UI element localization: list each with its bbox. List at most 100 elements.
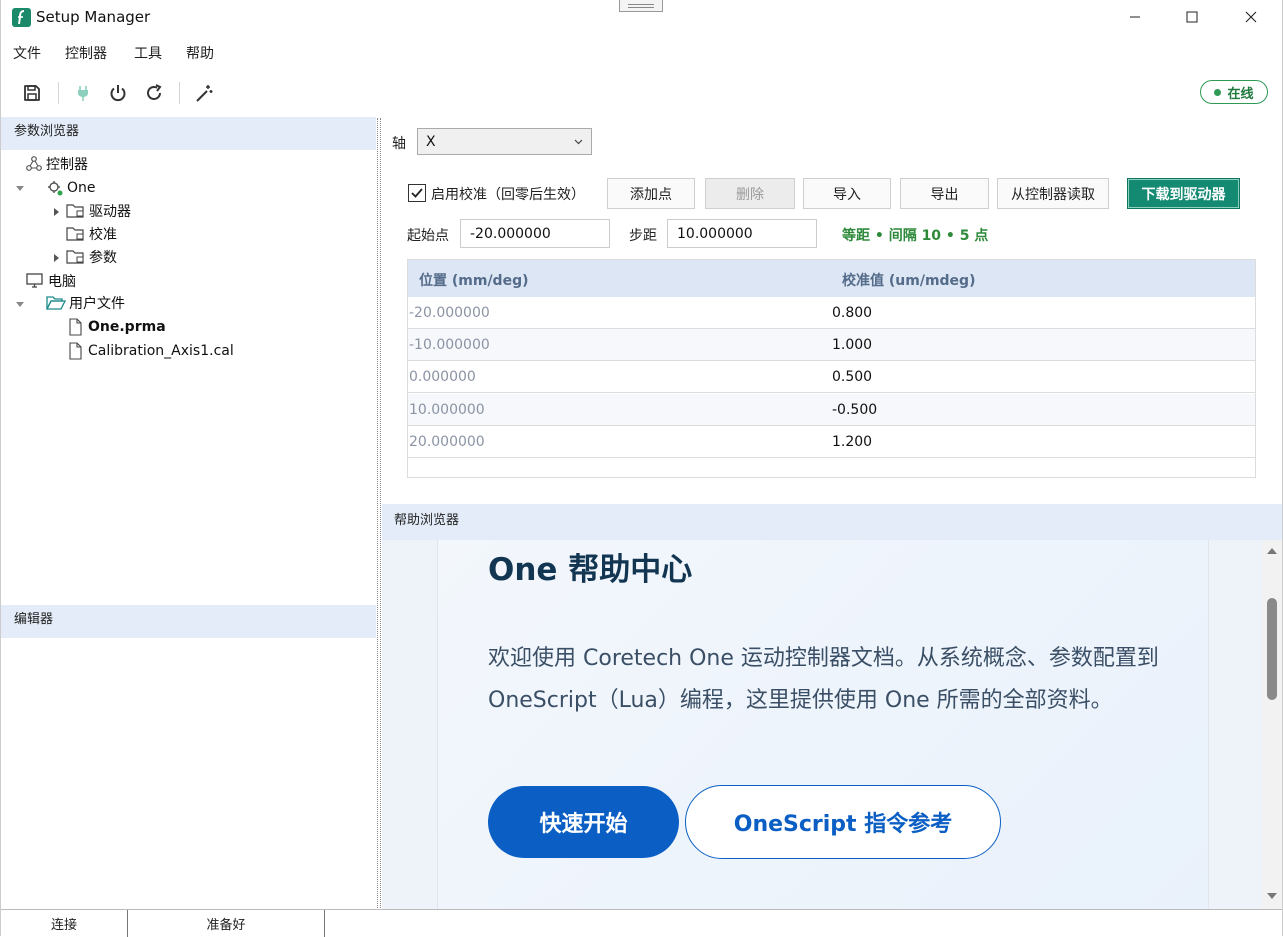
import-button[interactable]: 导入 [803, 178, 891, 209]
online-status-label: 在线 [1227, 86, 1254, 102]
cell-value[interactable]: 0.800 [832, 305, 872, 321]
folder-open-icon [46, 296, 66, 310]
folder-icon [66, 250, 84, 264]
tree-label-params: 参数 [89, 250, 117, 266]
caret-down-icon[interactable] [15, 183, 25, 193]
caret-right-icon[interactable] [51, 207, 61, 217]
table-row[interactable]: 10.000000 -0.500 [408, 394, 1255, 426]
tree-label-file-prma: One.prma [88, 319, 166, 335]
help-browser-header: 帮助浏览器 [382, 504, 1282, 540]
table-header: 位置 (mm/deg) 校准值 (um/mdeg) [408, 260, 1255, 297]
caret-right-icon[interactable] [51, 253, 61, 263]
tree-item-drivers[interactable]: 驱动器 [66, 200, 131, 222]
cell-position[interactable]: 0.000000 [409, 369, 476, 385]
vertical-splitter[interactable] [377, 118, 381, 910]
help-card: One 帮助中心 欢迎使用 Coretech One 运动控制器文档。从系统概念… [437, 540, 1209, 910]
cell-position[interactable]: -20.000000 [409, 305, 490, 321]
close-button[interactable] [1222, 0, 1280, 34]
delete-button[interactable]: 删除 [705, 178, 795, 209]
help-intro-text: 欢迎使用 Coretech One 运动控制器文档。从系统概念、参数配置到 On… [488, 646, 1159, 713]
toolbar-separator [179, 82, 180, 104]
toolbar [1, 72, 1282, 112]
drag-handle[interactable] [619, 0, 663, 12]
scrollbar-thumb[interactable] [1267, 598, 1277, 700]
tree-item-user-files[interactable]: 用户文件 [46, 292, 125, 314]
refresh-icon [147, 84, 162, 100]
read-from-controller-button[interactable]: 从控制器读取 [997, 178, 1109, 209]
status-dot-icon [1214, 88, 1222, 96]
onescript-reference-button[interactable]: OneScript 指令参考 [685, 785, 1001, 859]
axis-select[interactable]: X [417, 128, 592, 155]
enable-calibration-label: 启用校准（回零后生效） [431, 187, 585, 203]
help-heading: One 帮助中心 [488, 552, 693, 588]
export-button[interactable]: 导出 [900, 178, 989, 209]
device-icon [48, 181, 63, 196]
maximize-button[interactable] [1163, 0, 1221, 34]
download-to-driver-button[interactable]: 下载到驱动器 [1127, 178, 1240, 209]
minimize-button[interactable] [1106, 0, 1164, 34]
tree-item-controller[interactable]: 控制器 [25, 153, 88, 175]
calibration-table: 位置 (mm/deg) 校准值 (um/mdeg) -20.000000 0.80… [407, 259, 1256, 478]
column-header-position[interactable]: 位置 (mm/deg) [419, 270, 529, 290]
cell-position[interactable]: 20.000000 [409, 434, 485, 450]
cell-position[interactable]: -10.000000 [409, 337, 490, 353]
scroll-up-icon[interactable] [1266, 547, 1278, 555]
save-button[interactable] [19, 80, 45, 106]
power-button[interactable] [105, 80, 131, 106]
editor-header: 编辑器 [1, 605, 376, 638]
spacing-summary: 等距 • 间隔 10 • 5 点 [842, 228, 989, 244]
scroll-down-icon[interactable] [1266, 892, 1278, 900]
cell-value[interactable]: 1.200 [832, 434, 872, 450]
tree-label-controller: 控制器 [46, 157, 88, 173]
wizard-button[interactable] [191, 80, 217, 106]
cell-value[interactable]: 1.000 [832, 337, 872, 353]
tree-item-computer[interactable]: 电脑 [25, 270, 76, 292]
start-point-input[interactable]: -20.000000 [460, 219, 610, 248]
refresh-button[interactable] [141, 80, 167, 106]
plug-icon [78, 86, 88, 101]
file-icon [69, 342, 82, 360]
help-scrollbar[interactable] [1262, 540, 1282, 910]
status-connection: 连接 [1, 910, 128, 937]
cell-position[interactable]: 10.000000 [409, 402, 485, 418]
tree-label-file-cal: Calibration_Axis1.cal [88, 343, 234, 359]
column-header-value[interactable]: 校准值 (um/mdeg) [842, 270, 975, 290]
maximize-icon [1186, 11, 1198, 23]
menu-help[interactable]: 帮助 [186, 43, 214, 63]
computer-icon [26, 273, 43, 288]
connect-button[interactable] [70, 80, 96, 106]
help-content: One 帮助中心 欢迎使用 Coretech One 运动控制器文档。从系统概念… [382, 540, 1262, 910]
file-icon [69, 318, 82, 336]
quick-start-button[interactable]: 快速开始 [488, 786, 679, 858]
power-icon [110, 85, 126, 102]
menu-bar: 文件 控制器 工具 帮助 [1, 38, 601, 66]
table-row[interactable]: 0.000000 0.500 [408, 361, 1255, 393]
tree-item-file-prma[interactable]: One.prma [67, 316, 166, 338]
add-point-button[interactable]: 添加点 [607, 178, 695, 209]
status-ready: 准备好 [128, 910, 325, 937]
axis-label: 轴 [392, 136, 406, 152]
table-row[interactable]: 20.000000 1.200 [408, 426, 1255, 458]
caret-down-icon[interactable] [15, 299, 25, 309]
app-logo-icon [12, 8, 31, 27]
tree-item-one[interactable]: One [46, 177, 96, 199]
menu-controller[interactable]: 控制器 [65, 43, 107, 63]
enable-calibration-checkbox[interactable] [408, 184, 426, 202]
table-row[interactable]: -10.000000 1.000 [408, 329, 1255, 361]
axis-select-value: X [426, 134, 436, 150]
step-input[interactable]: 10.000000 [667, 219, 817, 248]
tree-item-params[interactable]: 参数 [66, 246, 117, 268]
tree-label-calibration: 校准 [89, 227, 117, 243]
menu-file[interactable]: 文件 [13, 43, 41, 63]
table-row[interactable]: -20.000000 0.800 [408, 297, 1255, 329]
menu-tools[interactable]: 工具 [134, 43, 162, 63]
online-status-badge: 在线 [1200, 80, 1268, 104]
folder-icon [66, 204, 84, 218]
cell-value[interactable]: 0.500 [832, 369, 872, 385]
status-bar: 连接 准备好 [1, 909, 1282, 937]
tree-label-user-files: 用户文件 [69, 296, 125, 312]
param-browser-header: 参数浏览器 [1, 117, 376, 150]
cell-value[interactable]: -0.500 [832, 402, 877, 418]
tree-item-calibration[interactable]: 校准 [66, 223, 117, 245]
tree-item-file-cal[interactable]: Calibration_Axis1.cal [67, 340, 234, 362]
